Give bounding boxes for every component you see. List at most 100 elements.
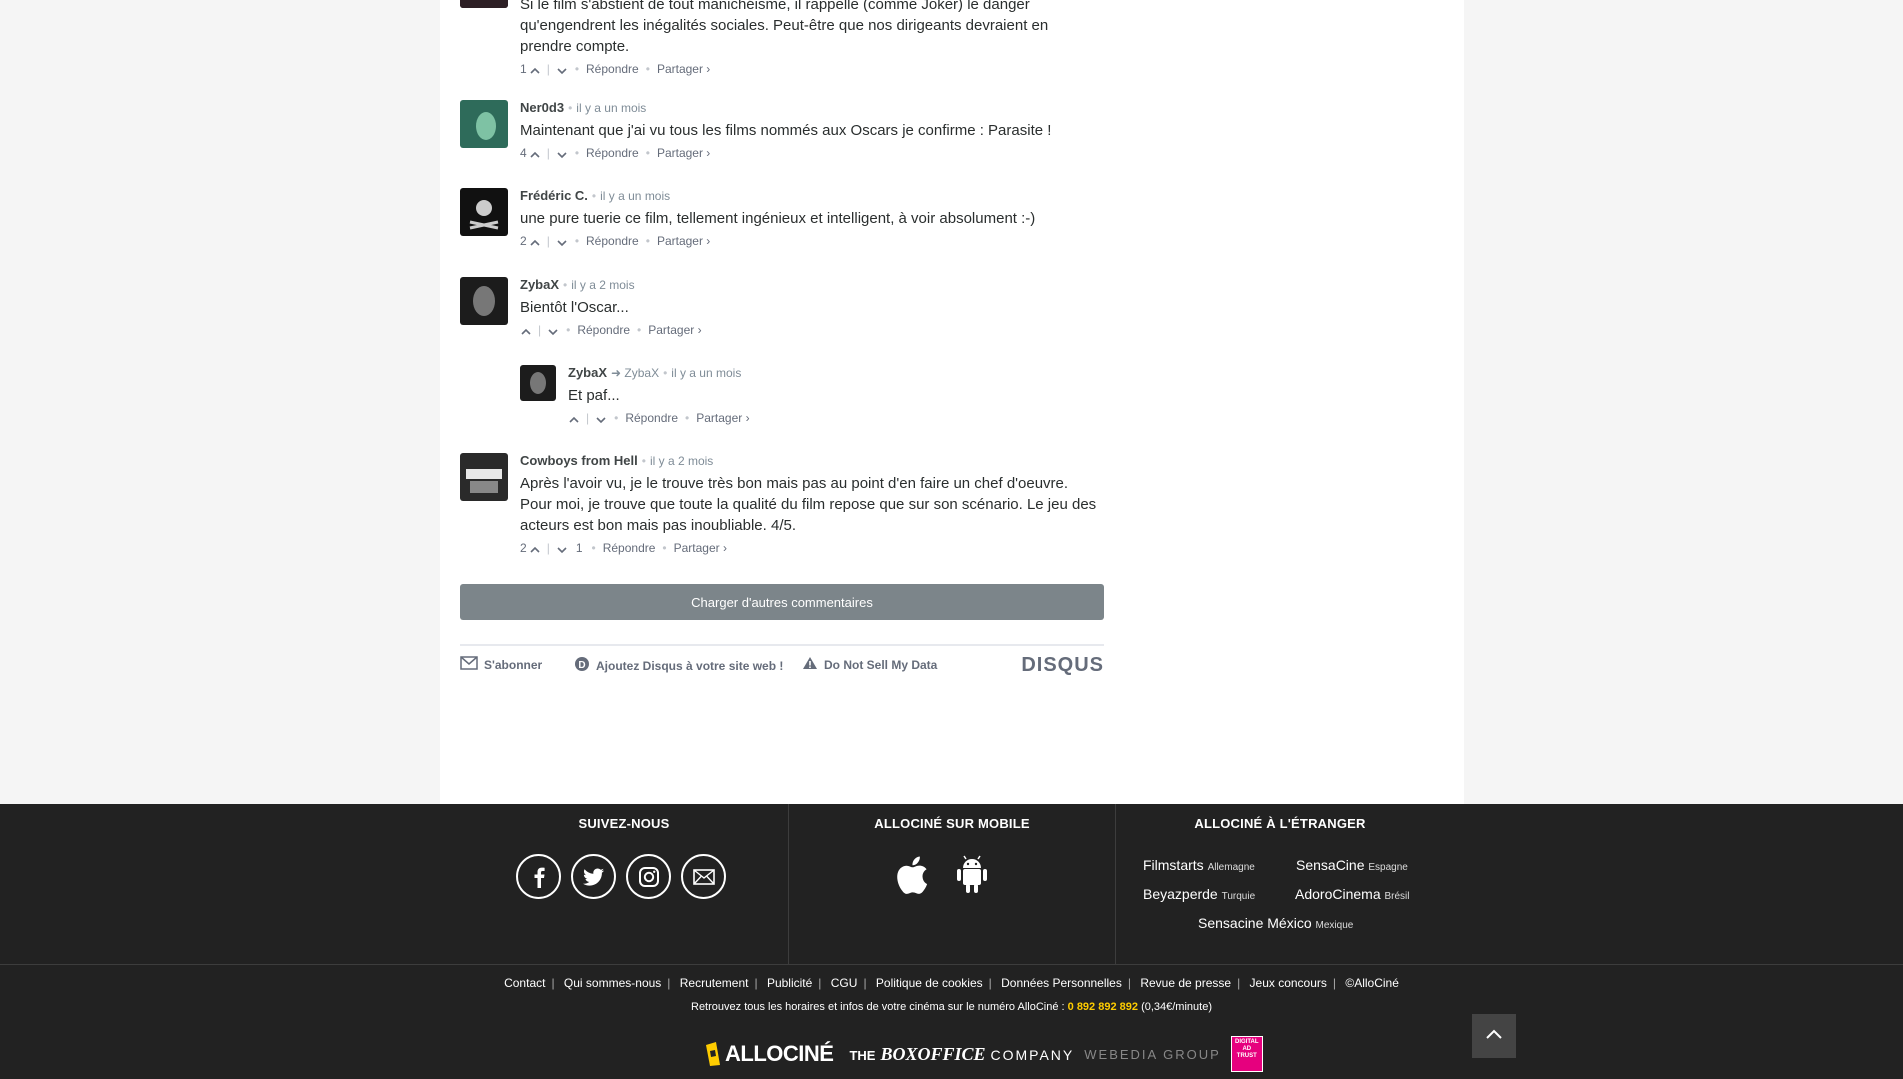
svg-text:D: D — [578, 660, 585, 671]
abroad-site-link[interactable]: Filmstarts Allemagne — [1143, 852, 1296, 881]
footer-link-contact[interactable]: Contact — [504, 976, 545, 990]
disqus-footer: S'abonner D Ajoutez Disqus à votre site … — [460, 644, 1104, 682]
comment-time[interactable]: il y a un mois — [671, 366, 741, 380]
footer-link-ads[interactable]: Publicité — [767, 976, 812, 990]
reply-link[interactable]: Répondre — [586, 231, 639, 251]
footer-copyright: ©AlloCiné — [1345, 976, 1399, 990]
allocine-logo[interactable]: ALLOCINÉ — [704, 1041, 834, 1067]
social-links — [516, 854, 726, 899]
comment-author[interactable]: Ner0d3 — [520, 100, 564, 115]
add-disqus-link[interactable]: D Ajoutez Disqus à votre site web ! — [574, 656, 783, 675]
do-not-sell-link[interactable]: Do Not Sell My Data — [802, 656, 937, 673]
footer-link-terms[interactable]: CGU — [831, 976, 858, 990]
share-link[interactable]: Partager › — [657, 143, 710, 163]
mobile-app-links — [893, 854, 989, 901]
downvote-icon[interactable] — [556, 63, 568, 75]
instagram-icon[interactable] — [626, 854, 671, 899]
comment-text: une pure tuerie ce film, tellement ingén… — [520, 210, 1036, 227]
disqus-logo[interactable]: DISQUS — [1021, 654, 1104, 677]
downvote-icon[interactable] — [556, 542, 568, 554]
downvote-icon[interactable] — [556, 147, 568, 159]
footer-link-privacy[interactable]: Données Personnelles — [1001, 976, 1122, 990]
comment-time[interactable]: il y a un mois — [576, 101, 646, 115]
abroad-site-link[interactable]: Beyazperde Turquie — [1143, 881, 1295, 910]
share-link[interactable]: Partager › — [674, 538, 727, 558]
comment-footer: | • Répondre • Partager › — [520, 320, 1100, 340]
footer-link-contests[interactable]: Jeux concours — [1250, 976, 1327, 990]
disqus-d-icon: D — [574, 656, 590, 675]
avatar[interactable] — [460, 453, 508, 501]
abroad-title: ALLOCINÉ À L'ÉTRANGER — [1194, 816, 1366, 831]
share-link[interactable]: Partager › — [648, 320, 701, 340]
mobile-section: ALLOCINÉ SUR MOBILE — [789, 804, 1115, 964]
webedia-logo[interactable]: WEBEDIA GROUP — [1084, 1047, 1221, 1062]
footer-link-about[interactable]: Qui sommes-nous — [564, 976, 661, 990]
downvote-icon[interactable] — [595, 412, 607, 424]
mobile-title: ALLOCINÉ SUR MOBILE — [874, 816, 1030, 831]
comment-time[interactable]: il y a 2 mois — [571, 278, 634, 292]
reply-link[interactable]: Répondre — [586, 143, 639, 163]
apple-icon[interactable] — [893, 854, 929, 901]
facebook-icon[interactable] — [516, 854, 561, 899]
subscribe-link[interactable]: S'abonner — [460, 656, 542, 673]
comment-footer: 2 | • Répondre • Partager › — [520, 231, 1100, 251]
footer-link-press[interactable]: Revue de presse — [1140, 976, 1231, 990]
share-link[interactable]: Partager › — [696, 408, 749, 428]
footer-link-cookies[interactable]: Politique de cookies — [876, 976, 983, 990]
comment-text: Si le film s'abstient de tout manichéism… — [520, 0, 1049, 55]
abroad-sites: Filmstarts Allemagne SensaCine Espagne B… — [1143, 852, 1433, 939]
reply-to-link[interactable]: ➜ ZybaX — [611, 366, 659, 380]
upvote-icon[interactable] — [520, 324, 532, 336]
downvote-icon[interactable] — [556, 235, 568, 247]
scroll-to-top-button[interactable] — [1472, 1014, 1516, 1058]
avatar[interactable] — [460, 100, 508, 148]
upvote-icon[interactable] — [529, 542, 541, 554]
digital-ad-trust-logo[interactable]: DIGITAL AD TRUST — [1230, 1036, 1263, 1072]
abroad-site-link[interactable]: Sensacine México Mexique — [1198, 910, 1353, 939]
upvote-count: 2 — [520, 234, 527, 248]
android-icon[interactable] — [955, 854, 989, 901]
upvote-count: 4 — [520, 146, 527, 160]
footer-info: Retrouvez tous les horaires et infos de … — [691, 1001, 1212, 1013]
avatar[interactable] — [460, 188, 508, 236]
comment-time[interactable]: il y a un mois — [600, 189, 670, 203]
upvote-icon[interactable] — [568, 412, 580, 424]
comment-author[interactable]: ZybaX — [520, 277, 559, 292]
avatar[interactable] — [460, 277, 508, 325]
upvote-icon[interactable] — [529, 235, 541, 247]
reply-link[interactable]: Répondre — [603, 538, 656, 558]
reply-link[interactable]: Répondre — [586, 59, 639, 79]
comment-text: Après l'avoir vu, je le trouve très bon … — [520, 475, 1097, 534]
downvote-icon[interactable] — [547, 324, 559, 336]
comment-author[interactable]: Frédéric C. — [520, 188, 588, 203]
avatar[interactable] — [520, 365, 556, 401]
share-link[interactable]: Partager › — [657, 231, 710, 251]
comment-time[interactable]: il y a 2 mois — [650, 454, 713, 468]
share-link[interactable]: Partager › — [657, 59, 710, 79]
upvote-icon[interactable] — [529, 63, 541, 75]
load-more-comments-button[interactable]: Charger d'autres commentaires — [460, 584, 1104, 620]
upvote-count: 1 — [520, 62, 527, 76]
brand-logos: ALLOCINÉ THE BOXOFFICE COMPANY WEBEDIA G… — [704, 1036, 1263, 1072]
comment-author[interactable]: Cowboys from Hell — [520, 453, 638, 468]
envelope-icon — [460, 656, 478, 673]
twitter-icon[interactable] — [571, 854, 616, 899]
footer-link-jobs[interactable]: Recrutement — [680, 976, 749, 990]
follow-us-section: SUIVEZ-NOUS — [460, 804, 788, 964]
downvote-count: 1 — [575, 541, 583, 555]
comment-text: Maintenant que j'ai vu tous les films no… — [520, 122, 1052, 139]
reply-link[interactable]: Répondre — [577, 320, 630, 340]
upvote-icon[interactable] — [529, 147, 541, 159]
avatar[interactable] — [460, 0, 508, 8]
abroad-section: ALLOCINÉ À L'ÉTRANGER Filmstarts Allemag… — [1116, 804, 1444, 964]
comment-author[interactable]: ZybaX — [568, 365, 607, 380]
phone-number[interactable]: 0 892 892 892 — [1068, 1001, 1138, 1013]
boxoffice-company-logo[interactable]: THE BOXOFFICE COMPANY — [849, 1044, 1074, 1065]
abroad-site-link[interactable]: SensaCine Espagne — [1296, 852, 1408, 881]
upvote-count: 2 — [520, 541, 527, 555]
reply-link[interactable]: Répondre — [625, 408, 678, 428]
newsletter-mail-icon[interactable] — [681, 854, 726, 899]
follow-us-title: SUIVEZ-NOUS — [578, 816, 670, 831]
abroad-site-link[interactable]: AdoroCinema Brésil — [1295, 881, 1410, 910]
comment-text: Bientôt l'Oscar... — [520, 299, 629, 316]
